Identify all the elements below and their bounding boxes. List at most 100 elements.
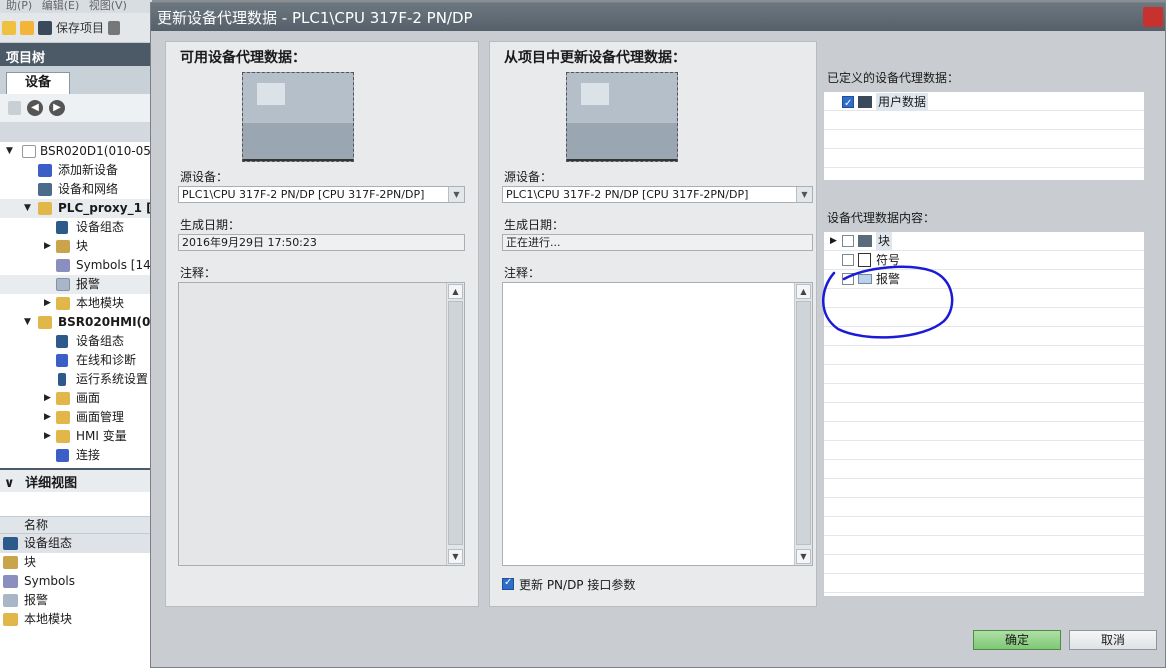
source-device-label: 源设备：: [504, 170, 553, 184]
date-label: 生成日期：: [504, 218, 565, 232]
date-field: 正在进行...: [502, 234, 813, 251]
tree-row-label: 添加新设备: [58, 163, 119, 177]
tree-row-hmi[interactable]: ▼ BSR020HMI(010: [0, 313, 152, 332]
tree-row-hmi-tags[interactable]: ▶ HMI 变量: [0, 427, 152, 446]
menu-edit[interactable]: 编辑(E): [42, 0, 80, 12]
collapse-icon[interactable]: ▼: [6, 142, 13, 161]
collapse-icon[interactable]: ∨: [4, 476, 15, 491]
expand-icon[interactable]: ▶: [44, 237, 51, 256]
tree-row-project[interactable]: ▼ BSR020D1(010-050): [0, 142, 152, 161]
expand-icon[interactable]: ▶: [44, 389, 51, 408]
project-tree-header: 项目树: [0, 43, 152, 66]
print-icon[interactable]: [108, 20, 121, 35]
detail-view-title: 详细视图: [25, 476, 78, 491]
source-device-select[interactable]: PLC1\CPU 317F-2 PN/DP [CPU 317F-2PN/DP] …: [178, 186, 465, 203]
list-item-label: 设备组态: [24, 536, 73, 550]
list-item[interactable]: 用户数据: [824, 93, 1144, 113]
new-project-icon[interactable]: [2, 20, 16, 35]
scroll-up-icon[interactable]: ▲: [448, 284, 463, 299]
close-icon[interactable]: [1143, 7, 1163, 27]
tree-row-hmi-device-config[interactable]: 设备组态: [0, 332, 152, 351]
comment-label: 注释：: [504, 266, 541, 280]
forward-icon[interactable]: ▶: [49, 100, 65, 116]
local-modules-folder-icon: [3, 613, 18, 626]
blocks-checkbox[interactable]: [842, 235, 854, 247]
tree-row-local-modules[interactable]: ▶ 本地模块: [0, 294, 152, 313]
scrollbar[interactable]: ▲ ▼: [446, 283, 464, 565]
tree-row-label: 块: [76, 239, 89, 253]
menu-bar: 助(P) 编辑(E) 视图(V): [0, 0, 152, 13]
tab-devices[interactable]: 设备: [6, 72, 70, 94]
detail-list: 设备组态 块 Symbols 报警 本地模块: [0, 534, 152, 668]
add-item-icon[interactable]: [8, 101, 21, 115]
symbols-icon: [56, 259, 70, 272]
tree-row-add-device[interactable]: 添加新设备: [0, 161, 152, 180]
device-config-icon: [3, 537, 18, 550]
collapse-icon[interactable]: ▼: [24, 313, 31, 332]
network-icon: [38, 183, 52, 196]
list-item[interactable]: 设备组态: [0, 534, 152, 553]
update-pn-checkbox[interactable]: [502, 577, 514, 590]
scroll-thumb[interactable]: [796, 301, 811, 545]
tree-row-runtime-settings[interactable]: 运行系统设置: [0, 370, 152, 389]
list-item-label: 块: [24, 555, 37, 569]
scroll-up-icon[interactable]: ▲: [796, 284, 811, 299]
detail-view-header[interactable]: ∨ 详细视图: [0, 468, 152, 492]
alarm-envelope-icon: [3, 594, 18, 607]
scroll-down-icon[interactable]: ▼: [448, 549, 463, 564]
device-image-icon: [566, 72, 678, 162]
tree-row-blocks[interactable]: ▶ 块: [0, 237, 152, 256]
blocks-icon: [858, 235, 872, 247]
tree-row-label: HMI 变量: [76, 429, 127, 443]
tree-row-device-config[interactable]: 设备组态: [0, 218, 152, 237]
tree-row-devices-networks[interactable]: 设备和网络: [0, 180, 152, 199]
list-item[interactable]: 本地模块: [0, 610, 152, 629]
expand-icon[interactable]: ▶: [44, 427, 51, 446]
tree-row-screen-management[interactable]: ▶ 画面管理: [0, 408, 152, 427]
expand-icon[interactable]: ▶: [44, 408, 51, 427]
scrollbar[interactable]: ▲ ▼: [794, 283, 812, 565]
scroll-thumb[interactable]: [448, 301, 463, 545]
comment-textarea[interactable]: ▲ ▼: [502, 282, 813, 566]
menu-view[interactable]: 视图(V): [89, 0, 127, 12]
comment-textarea-readonly: ▲ ▼: [178, 282, 465, 566]
chevron-down-icon[interactable]: ▼: [796, 187, 812, 202]
project-icon: [22, 145, 36, 158]
tree-row-connections[interactable]: 连接: [0, 446, 152, 465]
back-icon[interactable]: ◀: [27, 100, 43, 116]
tree-row-label: 运行系统设置: [76, 372, 149, 386]
tree-row-plc-proxy[interactable]: ▼ PLC_proxy_1 [De: [0, 199, 152, 218]
list-item[interactable]: 报警: [0, 591, 152, 610]
chevron-down-icon[interactable]: ▼: [448, 187, 464, 202]
source-device-select[interactable]: PLC1\CPU 317F-2 PN/DP [CPU 317F-2PN/DP] …: [502, 186, 813, 203]
alarm-envelope-icon: [56, 278, 70, 291]
user-data-checkbox[interactable]: [842, 95, 854, 113]
scroll-down-icon[interactable]: ▼: [796, 549, 811, 564]
menu-help[interactable]: 助(P): [6, 0, 32, 12]
expand-icon[interactable]: ▶: [44, 294, 51, 313]
cancel-button[interactable]: 取消: [1069, 630, 1157, 650]
wrench-icon: [58, 373, 66, 386]
list-item[interactable]: ▶ 块: [824, 232, 1144, 250]
tree-row-online-diagnostics[interactable]: 在线和诊断: [0, 351, 152, 370]
tree-row-screens[interactable]: ▶ 画面: [0, 389, 152, 408]
update-pn-checkbox-row[interactable]: 更新 PN/DP 接口参数: [502, 576, 802, 594]
detail-column-name[interactable]: 名称: [0, 516, 152, 534]
dialog-title: 更新设备代理数据 - PLC1\CPU 317F-2 PN/DP: [151, 3, 1165, 31]
ok-button[interactable]: 确定: [973, 630, 1061, 650]
list-item[interactable]: Symbols: [0, 572, 152, 591]
collapse-icon[interactable]: ▼: [24, 199, 31, 218]
tree-row-label: 本地模块: [76, 296, 125, 310]
plc-proxy-icon: [38, 202, 52, 215]
save-icon[interactable]: [38, 20, 52, 35]
open-project-icon[interactable]: [20, 20, 34, 35]
hmi-device-icon: [38, 316, 52, 329]
tree-row-alarms[interactable]: 报警: [0, 275, 152, 294]
expand-icon[interactable]: ▶: [830, 232, 837, 250]
save-project-button[interactable]: 保存项目: [56, 19, 104, 36]
blocks-folder-icon: [56, 240, 70, 253]
source-device-value: PLC1\CPU 317F-2 PN/DP [CPU 317F-2PN/DP]: [182, 188, 425, 201]
list-item-label: 本地模块: [24, 612, 73, 626]
tree-row-symbols[interactable]: Symbols [142: [0, 256, 152, 275]
list-item[interactable]: 块: [0, 553, 152, 572]
